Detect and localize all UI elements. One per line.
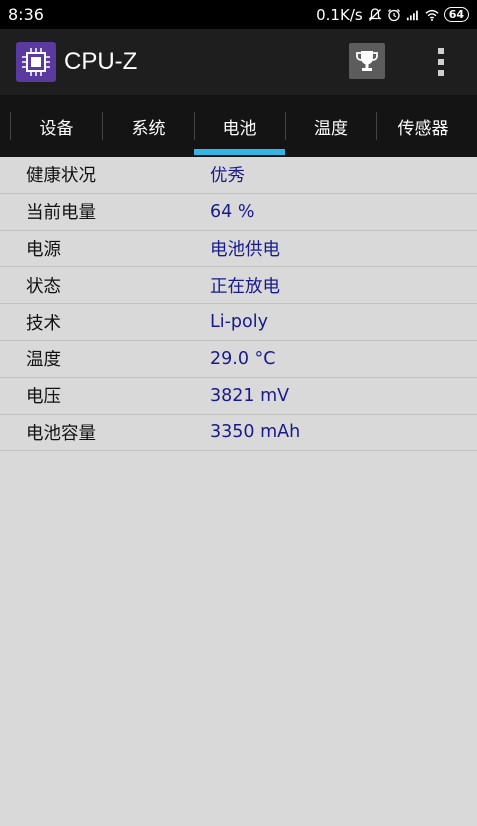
- list-item: 当前电量 64 %: [0, 194, 477, 231]
- info-value: 64 %: [210, 201, 255, 222]
- tab-battery[interactable]: 电池: [194, 95, 285, 157]
- battery-level-badge: 64: [443, 7, 469, 22]
- network-speed: 0.1K/s: [316, 5, 363, 24]
- app-title: CPU-Z: [64, 48, 138, 75]
- alarm-icon: [387, 8, 400, 21]
- info-label: 电池容量: [26, 423, 96, 444]
- tab-system[interactable]: 系统: [103, 95, 194, 157]
- info-label: 电源: [26, 239, 61, 260]
- info-value: 3821 mV: [210, 385, 290, 406]
- status-bar: 8:36 0.1K/s 64: [0, 0, 477, 29]
- battery-info-list: 健康状况 优秀 当前电量 64 % 电源 电池供电 状态 正在放电 技术 Li-…: [0, 157, 477, 452]
- info-value: Li-poly: [210, 312, 268, 333]
- list-item: 电源 电池供电: [0, 231, 477, 268]
- info-label: 技术: [26, 313, 61, 334]
- list-item: 电池容量 3350 mAh: [0, 415, 477, 452]
- status-indicators: 0.1K/s 64: [316, 6, 469, 24]
- tab-bar: 设备 系统 电池 温度 传感器: [0, 95, 477, 157]
- tab-device[interactable]: 设备: [11, 95, 102, 157]
- info-label: 当前电量: [26, 203, 96, 224]
- info-value: 正在放电: [210, 276, 280, 297]
- notifications-off-icon: [368, 7, 382, 21]
- info-value: 电池供电: [210, 239, 280, 260]
- cpu-chip-icon: [16, 42, 56, 82]
- overflow-menu-icon[interactable]: [433, 45, 449, 79]
- info-label: 温度: [26, 350, 61, 371]
- tab-temperature[interactable]: 温度: [286, 95, 376, 157]
- list-item: 状态 正在放电: [0, 267, 477, 305]
- wifi-icon: [425, 9, 439, 21]
- info-label: 健康状况: [26, 166, 96, 187]
- list-item: 技术 Li-poly: [0, 304, 477, 341]
- tab-sensors[interactable]: 传感器: [377, 95, 469, 157]
- info-value: 3350 mAh: [210, 422, 301, 443]
- list-item: 电压 3821 mV: [0, 378, 477, 415]
- info-label: 状态: [26, 276, 61, 297]
- trophy-icon[interactable]: [349, 43, 385, 79]
- selected-tab-indicator: [194, 149, 285, 155]
- list-item: 健康状况 优秀: [0, 157, 477, 194]
- info-value: 29.0 °C: [210, 348, 276, 369]
- status-time: 8:36: [8, 5, 44, 24]
- signal-icon: [406, 10, 418, 20]
- info-label: 电压: [26, 387, 61, 408]
- list-item: 温度 29.0 °C: [0, 341, 477, 378]
- app-bar: CPU-Z: [0, 29, 477, 95]
- info-value: 优秀: [210, 166, 245, 187]
